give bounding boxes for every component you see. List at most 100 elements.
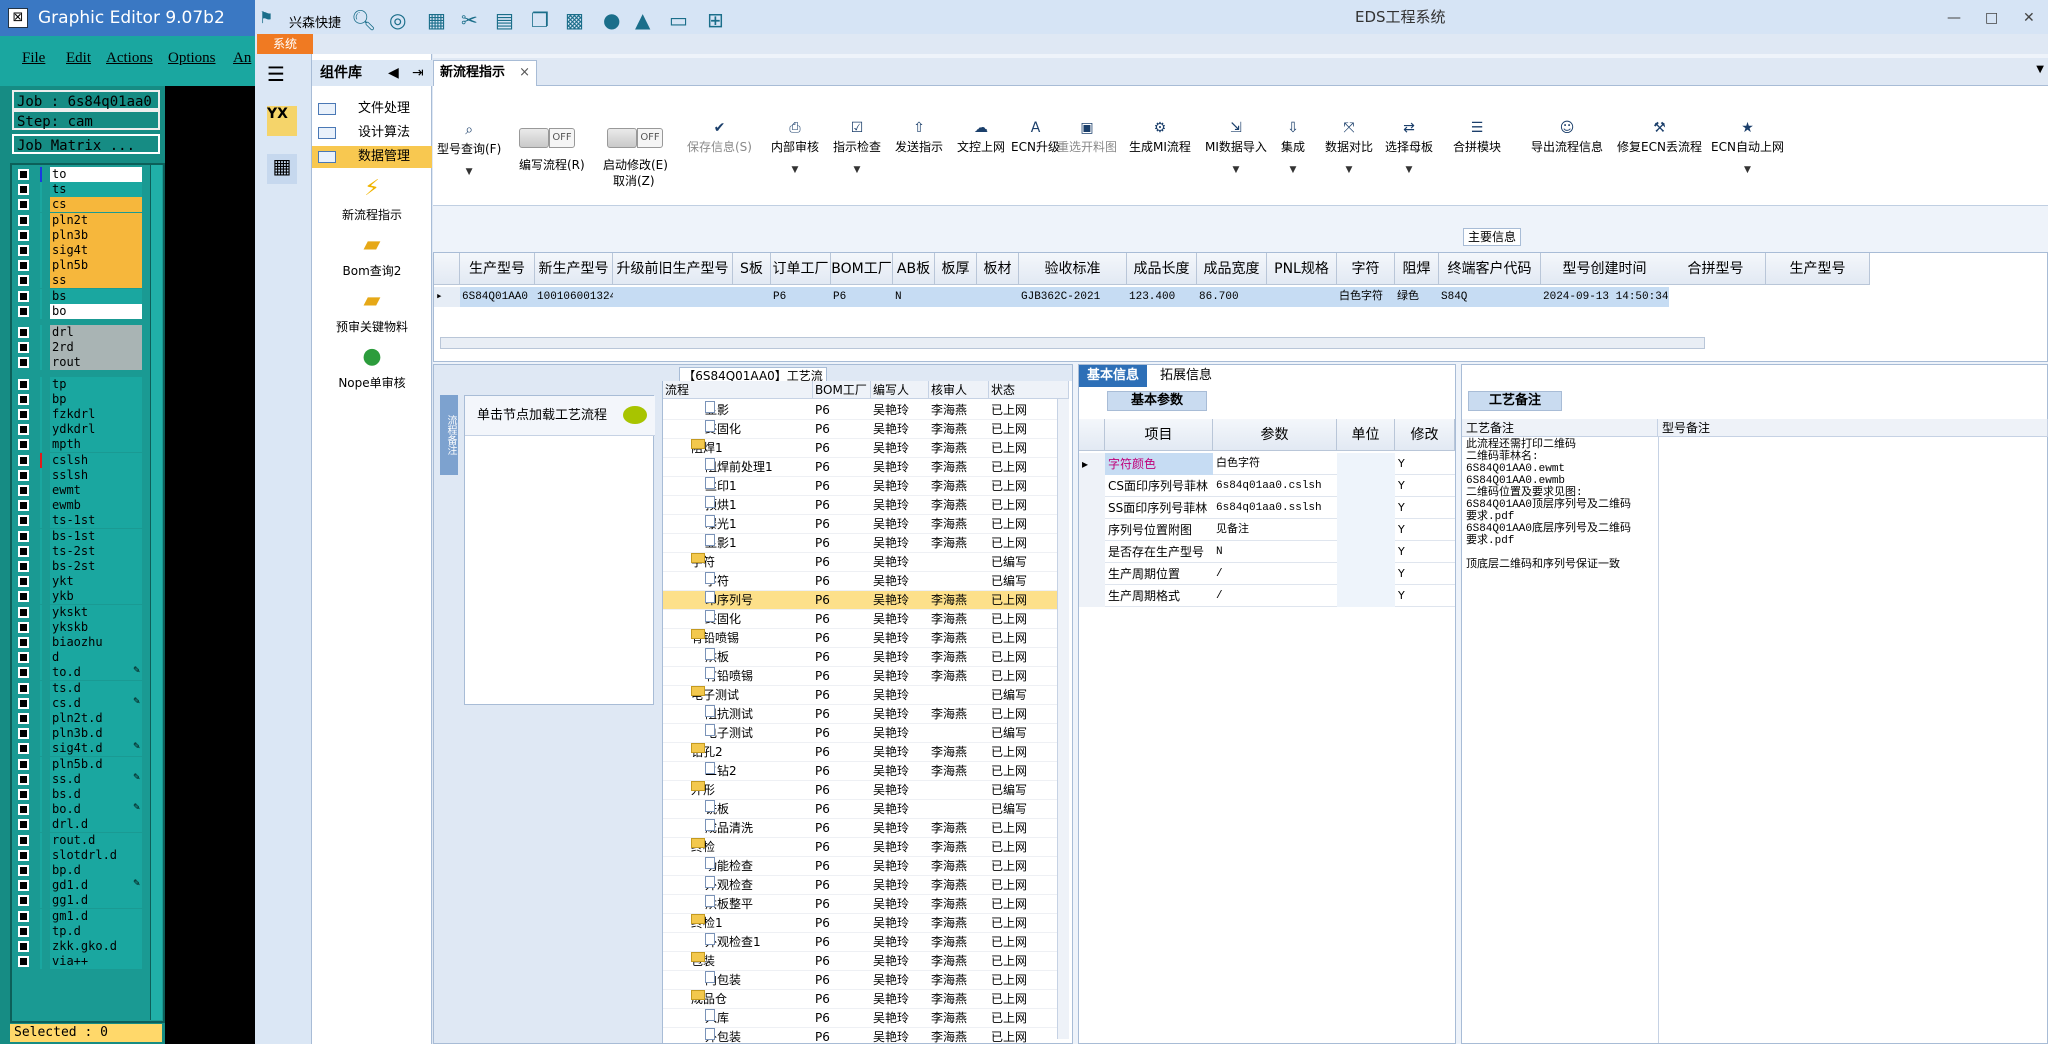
layer-row[interactable]: pln3b.d: [12, 726, 142, 742]
query-button[interactable]: ⌕ 型号查询(F) ▼: [437, 122, 501, 177]
layer-checkbox[interactable]: [18, 260, 29, 272]
process-row[interactable]: 烘板整平 P6 吴艳玲 李海燕 已上网: [663, 895, 1068, 914]
grid-cell[interactable]: 123.400: [1127, 287, 1197, 307]
layer-row[interactable]: cslsh: [12, 452, 142, 468]
layer-row[interactable]: ykt: [12, 574, 142, 590]
layer-checkbox[interactable]: [18, 545, 29, 557]
process-header[interactable]: BOM工厂: [813, 381, 871, 399]
tab-new-flow[interactable]: 新流程指示 ×: [433, 60, 537, 86]
layer-name[interactable]: tp: [50, 376, 142, 392]
layer-row[interactable]: tp.d: [12, 923, 142, 939]
process-node[interactable]: 外观检查1: [705, 933, 811, 952]
grid-cell[interactable]: N: [893, 287, 935, 307]
layer-name[interactable]: cs: [50, 197, 142, 213]
layer-name[interactable]: ts-2st: [50, 543, 142, 559]
layer-name[interactable]: pln2t: [50, 212, 142, 228]
layer-row[interactable]: bo: [12, 303, 142, 319]
edit-flow-toggle-state[interactable]: OFF: [549, 128, 575, 148]
layer-checkbox[interactable]: [18, 561, 29, 572]
layer-name[interactable]: ts-1st: [50, 513, 142, 529]
process-node[interactable]: 显影: [705, 401, 811, 420]
layer-row[interactable]: bo.d ✎: [12, 802, 142, 818]
layer-row[interactable]: gg1.d: [12, 893, 142, 909]
layer-checkbox[interactable]: [18, 169, 29, 180]
process-node[interactable]: −字符: [691, 553, 811, 572]
component-bom-query[interactable]: ▰ Bom查询2: [312, 232, 432, 279]
process-node[interactable]: 预烘1: [705, 496, 811, 515]
layer-checkbox[interactable]: [18, 789, 29, 800]
layer-name[interactable]: drl: [50, 325, 142, 340]
grid-header[interactable]: 订单工厂: [771, 253, 831, 285]
menu-actions[interactable]: Actions: [106, 50, 153, 67]
layer-checkbox[interactable]: [18, 880, 29, 892]
layer-row[interactable]: bs-2st: [12, 559, 142, 574]
close-tab-icon[interactable]: ×: [519, 61, 530, 85]
layer-checkbox[interactable]: [18, 290, 29, 302]
layer-row[interactable]: fzkdrl: [12, 407, 142, 422]
layer-name[interactable]: pln5b: [50, 258, 142, 274]
film-icon[interactable]: ▤: [495, 8, 514, 32]
process-row[interactable]: −成品仓 P6 吴艳玲 李海燕 已上网: [663, 990, 1068, 1009]
grid-cell[interactable]: 10010600132443: [535, 287, 613, 307]
basic-param-row[interactable]: 生产周期格式 / Y: [1079, 585, 1455, 607]
param-value[interactable]: /: [1213, 585, 1337, 607]
param-value[interactable]: /: [1213, 563, 1337, 585]
search-icon[interactable]: 🔍︎: [351, 8, 376, 32]
process-node[interactable]: 二钻2: [705, 762, 811, 781]
layer-checkbox[interactable]: [18, 652, 29, 664]
process-row[interactable]: 丝印1 P6 吴艳玲 李海燕 已上网: [663, 477, 1068, 496]
process-row[interactable]: 功能检查 P6 吴艳玲 李海燕 已上网: [663, 857, 1068, 876]
layer-row[interactable]: sslsh: [12, 467, 142, 483]
layer-name[interactable]: cs.d: [50, 695, 142, 711]
grid-header[interactable]: BOM工厂: [831, 253, 893, 285]
grid-header[interactable]: 终端客户代码: [1439, 253, 1541, 285]
process-row[interactable]: 二钻2 P6 吴艳玲 李海燕 已上网: [663, 762, 1068, 781]
layer-checkbox[interactable]: [18, 621, 29, 633]
layer-checkbox[interactable]: [18, 910, 29, 922]
layer-name[interactable]: ykskt: [50, 604, 142, 620]
grid-header[interactable]: 板厚: [935, 253, 977, 285]
process-node[interactable]: 烘板: [705, 648, 811, 667]
basic-param-row[interactable]: 序列号位置附图 见备注 Y: [1079, 519, 1455, 541]
process-remark-text[interactable]: 此流程还需打印二维码 二维码菲林名: 6S84Q01AA0.ewmt 6S84Q01A…: [1466, 439, 1656, 571]
layer-checkbox[interactable]: [18, 199, 29, 211]
layer-name[interactable]: slotdrl.d: [50, 847, 142, 863]
process-row[interactable]: 终固化 P6 吴艳玲 李海燕 已上网: [663, 420, 1068, 439]
process-row[interactable]: 外观检查 P6 吴艳玲 李海燕 已上网: [663, 876, 1068, 895]
maximize-icon[interactable]: □: [1985, 10, 1998, 26]
grid-header[interactable]: 成品长度: [1127, 253, 1197, 285]
layer-checkbox[interactable]: [18, 743, 29, 755]
component-item-algorithm[interactable]: 设计算法: [312, 122, 432, 144]
layer-row[interactable]: to: [12, 167, 142, 182]
process-node[interactable]: −终检1: [691, 914, 811, 933]
layer-row[interactable]: ykb: [12, 589, 142, 605]
table-icon[interactable]: ▦: [427, 8, 446, 32]
process-node[interactable]: 电子测试: [705, 724, 811, 743]
layer-row[interactable]: d: [12, 650, 142, 666]
layer-checkbox[interactable]: [18, 819, 29, 831]
process-node[interactable]: 铣板: [705, 800, 811, 819]
calendar-icon[interactable]: ▦: [267, 154, 297, 184]
layer-row[interactable]: bp: [12, 391, 142, 407]
data-compare-button[interactable]: ⤧ 数据对比 ▼: [1325, 120, 1373, 175]
layer-row[interactable]: sig4t.d ✎: [12, 741, 142, 757]
grid-cell[interactable]: P6: [771, 287, 831, 307]
layer-name[interactable]: fzkdrl: [50, 407, 142, 422]
layer-row[interactable]: pln2t: [12, 212, 142, 228]
layer-row[interactable]: drl: [12, 325, 142, 340]
process-header[interactable]: 流程: [663, 381, 813, 399]
process-row[interactable]: −钻孔2 P6 吴艳玲 李海燕 已上网: [663, 743, 1068, 762]
layer-row[interactable]: ts: [12, 182, 142, 198]
layer-name[interactable]: pln3b: [50, 227, 142, 243]
job-matrix-button[interactable]: Job Matrix ...: [12, 134, 160, 154]
layer-name[interactable]: ts.d: [50, 680, 142, 696]
grid-header[interactable]: PNL规格: [1267, 253, 1337, 285]
process-row[interactable]: 预烘1 P6 吴艳玲 李海燕 已上网: [663, 496, 1068, 515]
layer-checkbox[interactable]: [18, 606, 29, 618]
layer-checkbox[interactable]: [18, 342, 29, 354]
ecn-auto-online-button[interactable]: ★ ECN自动上网 ▼: [1711, 120, 1784, 175]
process-node[interactable]: 阻抗测试: [705, 705, 811, 724]
layer-checkbox[interactable]: [18, 409, 29, 420]
process-node[interactable]: 烘板整平: [705, 895, 811, 914]
process-row[interactable]: 内包装 P6 吴艳玲 李海燕 已上网: [663, 971, 1068, 990]
